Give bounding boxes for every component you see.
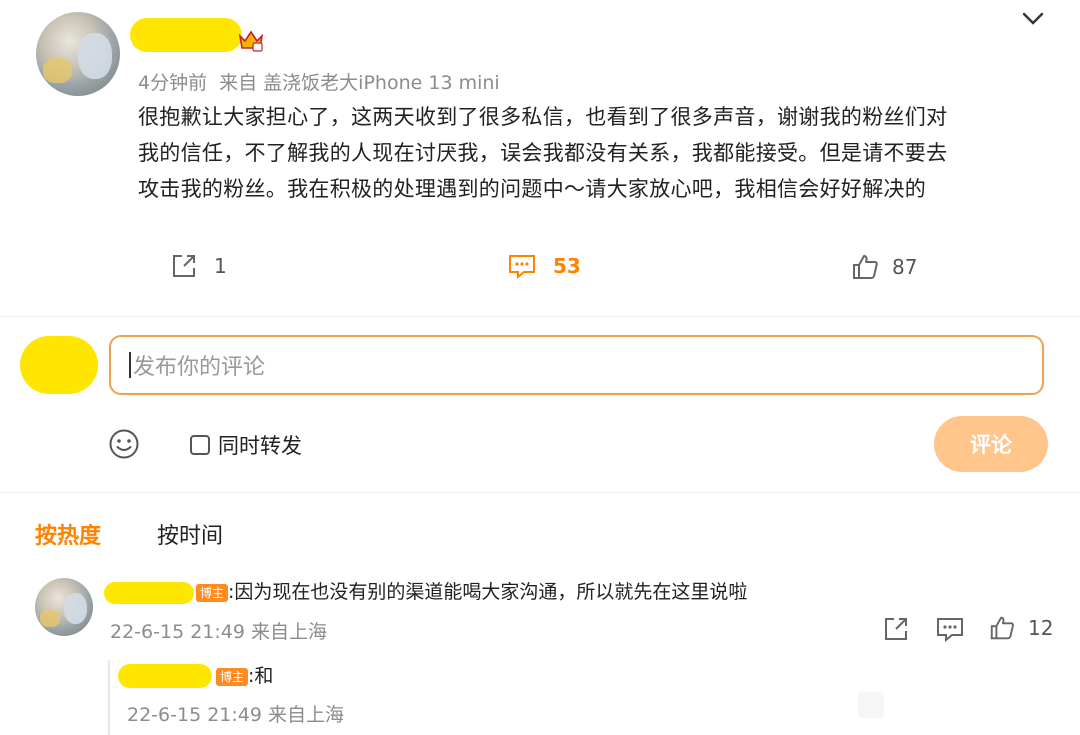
- post-time: 4分钟前: [138, 72, 208, 94]
- redacted-user-avatar: [20, 336, 98, 394]
- comment-input[interactable]: 发布你的评论: [109, 335, 1044, 395]
- comment-count: 53: [553, 254, 581, 278]
- sort-by-time-tab[interactable]: 按时间: [157, 518, 223, 550]
- like-button[interactable]: 87: [850, 252, 917, 282]
- vip-crown-icon: [238, 28, 264, 52]
- comment-share-icon[interactable]: [882, 615, 910, 643]
- post-body-line: 我的信任，不了解我的人现在讨厌我，误会我都没有关系，我都能接受。但是请不要去: [138, 141, 948, 165]
- reply-text: :和: [248, 665, 274, 687]
- comment-button[interactable]: 53: [507, 252, 581, 280]
- redacted-commenter-name: [104, 582, 194, 604]
- share-count: 1: [214, 254, 227, 278]
- repost-option[interactable]: 同时转发: [190, 430, 302, 460]
- comment-content: 博主:因为现在也没有别的渠道能喝大家沟通，所以就先在这里说啦: [196, 580, 747, 604]
- share-button[interactable]: 1: [170, 252, 227, 280]
- redacted-username: [130, 18, 242, 52]
- chevron-down-icon[interactable]: [1020, 10, 1046, 28]
- sort-by-hot-tab[interactable]: 按热度: [35, 518, 101, 550]
- comment-meta: 22-6-15 21:49 来自上海: [110, 621, 327, 643]
- comment-like-count: 12: [1028, 616, 1054, 640]
- comment-reply-icon[interactable]: [935, 615, 965, 643]
- comment-input-placeholder: 发布你的评论: [133, 355, 266, 380]
- post-body-line: 攻击我的粉丝。我在积极的处理遇到的问题中～请大家放心吧，我相信会好好解决的: [138, 177, 927, 201]
- comment-icon: [507, 252, 537, 280]
- post-source: 来自 盖浇饭老大iPhone 13 mini: [219, 72, 500, 94]
- repost-label: 同时转发: [218, 434, 302, 458]
- submit-comment-label: 评论: [970, 433, 1012, 457]
- author-badge: 博主: [216, 667, 249, 686]
- reply-like-placeholder: [858, 692, 884, 718]
- emoji-icon[interactable]: [108, 428, 140, 460]
- repost-checkbox[interactable]: [190, 435, 210, 455]
- submit-comment-button[interactable]: 评论: [934, 416, 1048, 472]
- post-body-line: 很抱歉让大家担心了，这两天收到了很多私信，也看到了很多声音，谢谢我的粉丝们对: [138, 105, 948, 129]
- reply-meta: 22-6-15 21:49 来自上海: [127, 704, 344, 726]
- reply-thread-line: [108, 660, 110, 735]
- author-avatar[interactable]: [36, 12, 120, 96]
- reply-content: 博主:和: [216, 664, 273, 688]
- text-cursor: [129, 352, 131, 378]
- comment-like-button[interactable]: 12: [988, 614, 1053, 642]
- share-icon: [170, 252, 198, 280]
- like-count: 87: [892, 255, 918, 279]
- comment-text: :因为现在也没有别的渠道能喝大家沟通，所以就先在这里说啦: [228, 581, 748, 603]
- redacted-reply-name: [118, 664, 212, 688]
- commenter-avatar[interactable]: [35, 578, 93, 636]
- thumbs-up-icon: [850, 252, 880, 282]
- thumbs-up-icon: [988, 614, 1016, 642]
- post-body: 很抱歉让大家担心了，这两天收到了很多私信，也看到了很多声音，谢谢我的粉丝们对 我…: [138, 99, 1058, 207]
- author-badge: 博主: [196, 583, 229, 602]
